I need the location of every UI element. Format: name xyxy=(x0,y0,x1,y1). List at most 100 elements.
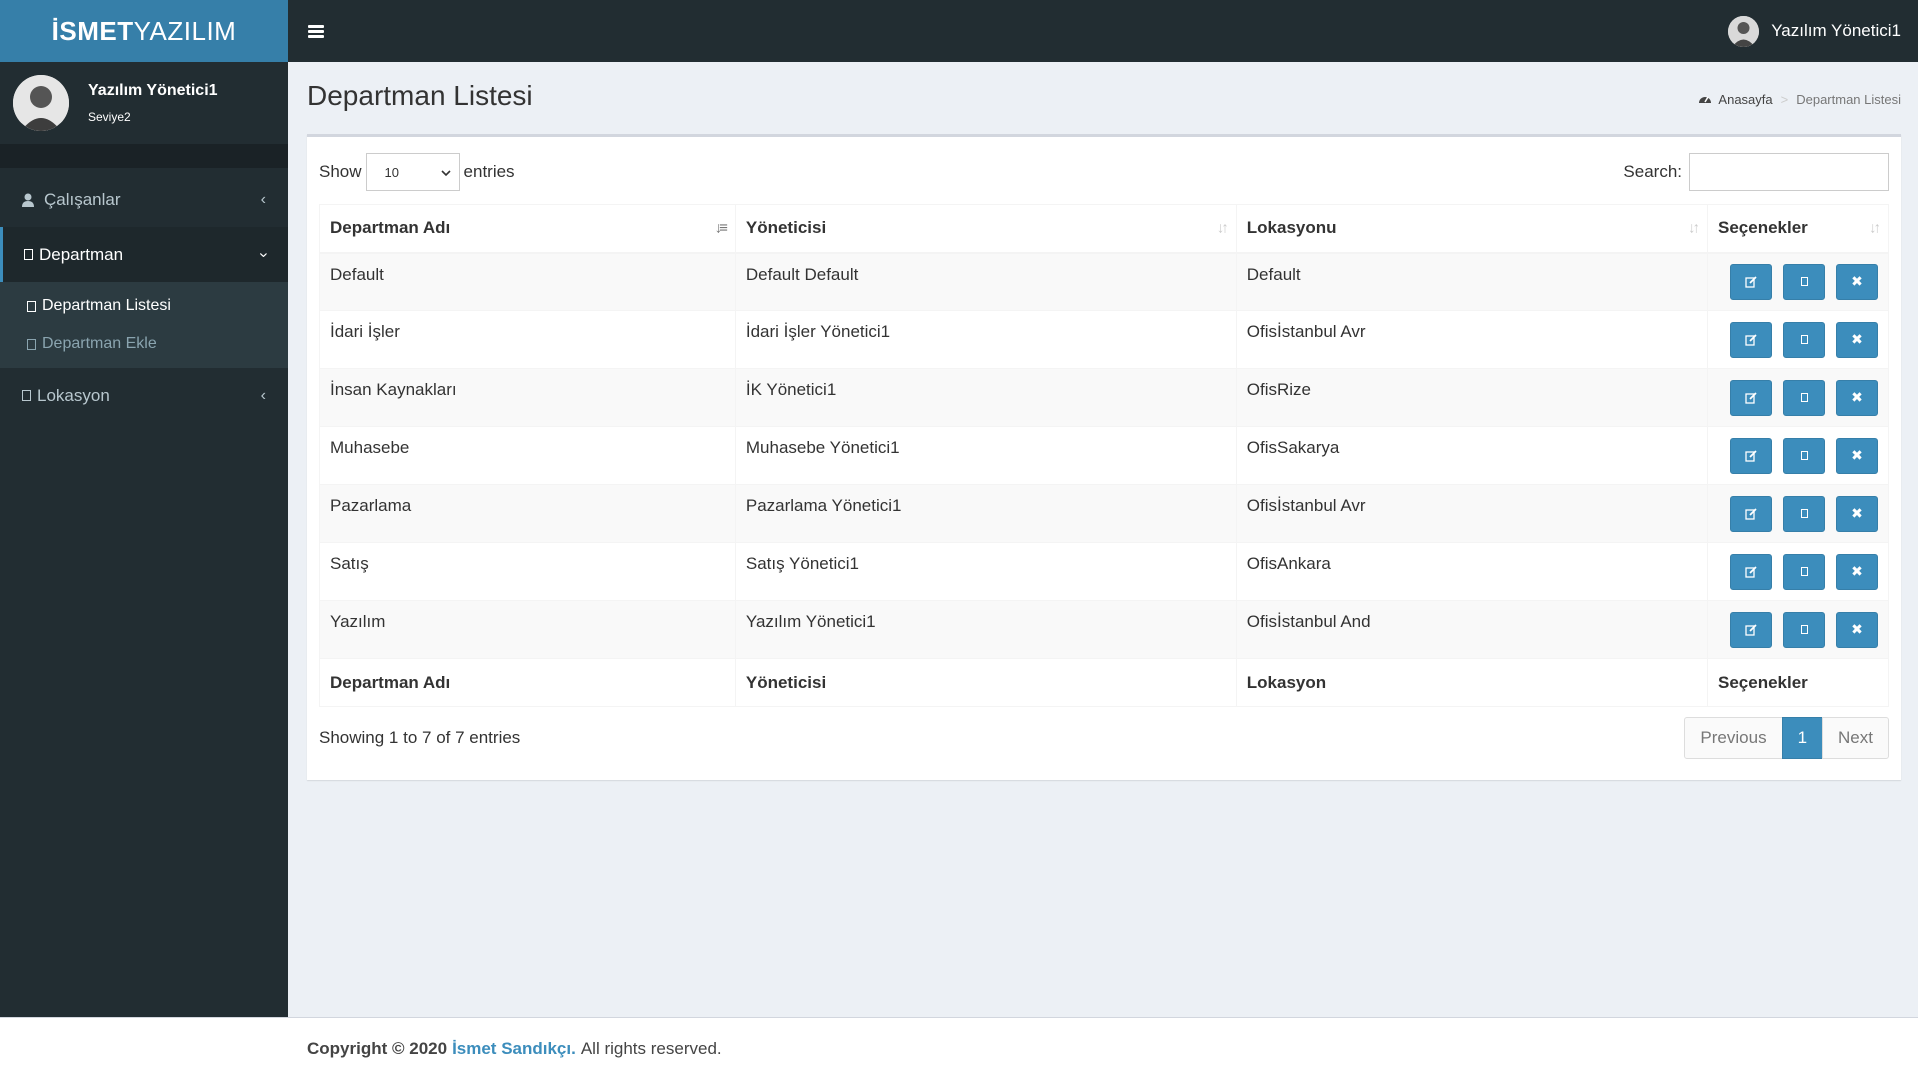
breadcrumb-separator: > xyxy=(1780,92,1789,107)
table-cell: Yazılım xyxy=(319,600,736,659)
table-row: Satış Satış Yönetici1 OfisAnkara ✖ xyxy=(319,542,1889,601)
close-icon: ✖ xyxy=(1851,447,1863,463)
departman-table: Departman Adı ↓≡ Yöneticisi ↓↑ Lokasyonu ↓↑… xyxy=(319,204,1889,707)
breadcrumb-home-link[interactable]: Anasayfa xyxy=(1718,92,1772,107)
close-icon: ✖ xyxy=(1851,563,1863,579)
sort-asc-icon: ↓≡ xyxy=(714,219,728,237)
search-label: Search: xyxy=(1623,162,1682,181)
column-header-departman-adi[interactable]: Departman Adı ↓≡ xyxy=(319,204,736,254)
breadcrumb-current: Departman Listesi xyxy=(1796,92,1901,107)
square-icon xyxy=(1800,509,1808,518)
avatar xyxy=(13,75,69,131)
datatable-box: Show 10 entries Search: Departman Adı ↓≡ … xyxy=(307,134,1901,780)
close-icon: ✖ xyxy=(1851,273,1863,290)
delete-button[interactable]: ✖ xyxy=(1836,263,1878,300)
delete-button[interactable]: ✖ xyxy=(1836,379,1878,416)
pagination-next-button[interactable]: Next xyxy=(1822,717,1889,759)
delete-button[interactable]: ✖ xyxy=(1836,437,1878,474)
sidebar-subitem-departman-ekle[interactable]: Departman Ekle xyxy=(0,325,288,363)
close-icon: ✖ xyxy=(1851,389,1863,405)
table-cell: Default xyxy=(319,252,736,311)
entries-length-select[interactable]: 10 xyxy=(365,153,460,191)
footer-column-yoneticisi: Yöneticisi xyxy=(734,658,1237,707)
breadcrumb: Anasayfa > Departman Listesi xyxy=(1698,92,1901,107)
column-header-secenekler[interactable]: Seçenekler ↓↑ xyxy=(1707,204,1889,254)
column-header-yoneticisi[interactable]: Yöneticisi ↓↑ xyxy=(734,204,1237,254)
column-header-label: Seçenekler xyxy=(1718,218,1808,238)
footer-column-departman-adi: Departman Adı xyxy=(319,658,736,707)
sidebar-subitem-label: Departman Ekle xyxy=(42,335,157,352)
pagination-page-button[interactable]: 1 xyxy=(1781,717,1824,759)
content-header: Departman Listesi Anasayfa > Departman L… xyxy=(307,80,1901,120)
table-cell: Pazarlama xyxy=(319,484,736,543)
footer-copyright: Copyright © 2020 xyxy=(307,1038,448,1058)
navbar-user-menu[interactable]: Yazılım Yönetici1 xyxy=(1728,15,1901,47)
hamburger-icon xyxy=(308,24,324,38)
close-icon: ✖ xyxy=(1851,505,1863,521)
edit-button[interactable] xyxy=(1730,495,1772,532)
edit-icon xyxy=(1745,333,1757,346)
detail-button[interactable] xyxy=(1783,495,1825,532)
datatable-controls: Show 10 entries Search: xyxy=(319,153,1889,191)
footer-column-secenekler: Seçenekler xyxy=(1707,658,1889,707)
detail-button[interactable] xyxy=(1783,553,1825,590)
table-row: İnsan Kaynakları İK Yönetici1 OfisRize ✖ xyxy=(319,368,1889,427)
detail-button[interactable] xyxy=(1783,437,1825,474)
delete-button[interactable]: ✖ xyxy=(1836,553,1878,590)
delete-button[interactable]: ✖ xyxy=(1836,495,1878,532)
square-icon xyxy=(1800,335,1808,344)
detail-button[interactable] xyxy=(1783,611,1825,648)
sort-icon: ↓↑ xyxy=(1869,219,1881,237)
sidebar-item-label: Departman xyxy=(39,244,124,264)
square-icon xyxy=(1800,277,1808,287)
detail-button[interactable] xyxy=(1783,321,1825,358)
sidebar-item-label: Lokasyon xyxy=(37,385,110,405)
sidebar-item-departman[interactable]: Departman ‹ xyxy=(0,227,288,282)
row-actions: ✖ xyxy=(1707,310,1889,369)
edit-button[interactable] xyxy=(1730,553,1772,590)
sidebar-toggle-button[interactable] xyxy=(288,0,344,62)
show-label: Show xyxy=(319,162,362,181)
sidebar-item-lokasyon[interactable]: Lokasyon ‹ xyxy=(0,368,288,423)
edit-icon xyxy=(1745,276,1757,288)
delete-button[interactable]: ✖ xyxy=(1836,321,1878,358)
row-actions: ✖ xyxy=(1707,542,1889,601)
brand-light: YAZILIM xyxy=(133,15,237,46)
table-cell: İK Yönetici1 xyxy=(734,368,1237,427)
sidebar-subitem-departman-listesi[interactable]: Departman Listesi xyxy=(0,287,288,325)
square-icon xyxy=(1800,567,1808,576)
row-actions: ✖ xyxy=(1707,600,1889,659)
detail-button[interactable] xyxy=(1783,379,1825,416)
dashboard-icon xyxy=(1698,92,1712,107)
edit-button[interactable] xyxy=(1730,263,1772,300)
square-icon xyxy=(22,390,31,401)
edit-button[interactable] xyxy=(1730,379,1772,416)
column-header-lokasyonu[interactable]: Lokasyonu ↓↑ xyxy=(1235,204,1709,254)
square-icon xyxy=(27,300,36,312)
edit-icon xyxy=(1745,391,1757,404)
footer-author-link[interactable]: İsmet Sandıkçı. xyxy=(452,1039,576,1059)
edit-button[interactable] xyxy=(1730,437,1772,474)
sidebar-item-calisanlar[interactable]: Çalışanlar ‹ xyxy=(0,172,288,227)
search-input[interactable] xyxy=(1689,153,1889,191)
chevron-down-icon: ‹ xyxy=(254,251,272,258)
table-row: İdari İşler İdari İşler Yönetici1 Ofisİsta… xyxy=(319,310,1889,369)
table-cell: Ofisİstanbul Avr xyxy=(1235,310,1709,369)
delete-button[interactable]: ✖ xyxy=(1836,611,1878,648)
close-icon: ✖ xyxy=(1851,331,1863,347)
square-icon xyxy=(27,338,36,350)
edit-button[interactable] xyxy=(1730,321,1772,358)
table-cell: Pazarlama Yönetici1 xyxy=(734,484,1237,543)
table-cell: Muhasebe xyxy=(319,426,736,485)
table-row: Yazılım Yazılım Yönetici1 Ofisİstanbul And… xyxy=(319,600,1889,659)
detail-button[interactable] xyxy=(1783,263,1825,300)
edit-button[interactable] xyxy=(1730,611,1772,648)
avatar xyxy=(1728,15,1760,47)
table-cell: Yazılım Yönetici1 xyxy=(734,600,1237,659)
brand-bold: İSMET xyxy=(51,15,134,46)
pagination-previous-button[interactable]: Previous xyxy=(1684,717,1783,759)
entries-label: entries xyxy=(463,162,515,181)
table-cell: Satış Yönetici1 xyxy=(734,542,1237,601)
brand-logo[interactable]: İSMET YAZILIM xyxy=(0,0,288,62)
top-navbar: Yazılım Yönetici1 xyxy=(288,0,1918,62)
